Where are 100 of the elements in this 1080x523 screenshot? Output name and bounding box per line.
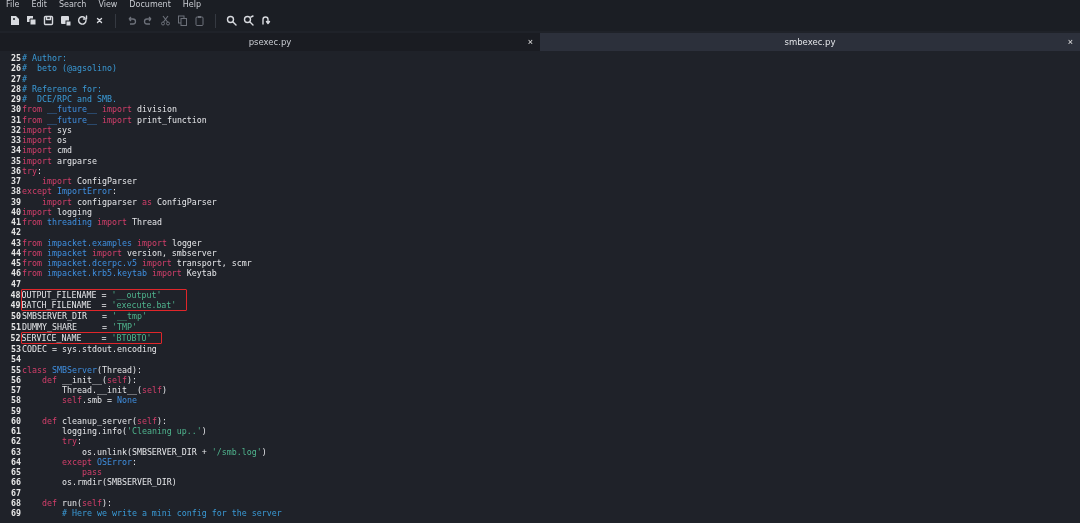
code-line: import cmd	[22, 145, 72, 156]
code-line: import logging	[22, 206, 92, 217]
menu-item[interactable]: Edit	[31, 0, 47, 10]
code-line: OUTPUT_FILENAME = '__output'	[21, 289, 162, 300]
code-line: from threading import Thread	[22, 217, 162, 228]
line-number: 37	[10, 176, 22, 187]
undo-icon[interactable]	[126, 15, 137, 26]
clipboard-icon[interactable]	[194, 15, 205, 26]
redo-icon[interactable]	[143, 15, 154, 26]
reload-icon[interactable]	[77, 15, 88, 26]
close-tab-button[interactable]: ×	[527, 36, 533, 48]
code-line: CODEC = sys.stdout.encoding	[22, 344, 157, 355]
line-number: 31	[10, 114, 22, 125]
code-line: # Here we write a mini config for the server	[60, 508, 282, 519]
line-number: 55	[10, 364, 22, 375]
line-number: 38	[10, 186, 22, 197]
line-number: 36	[10, 165, 22, 176]
code-line: from __future__ import division	[22, 104, 177, 115]
line-number: 39	[10, 196, 22, 207]
line-number: 40	[10, 206, 22, 217]
line-number: 29	[10, 94, 22, 105]
save-icon[interactable]	[43, 15, 54, 26]
code-line: logging.info('Cleaning up..')	[60, 426, 207, 437]
line-number: 45	[10, 258, 22, 269]
menu-item[interactable]: Document	[129, 0, 171, 10]
code-line: SERVICE_NAME = 'BTOBTO'	[21, 332, 152, 343]
scissors-icon[interactable]	[160, 15, 171, 26]
line-number: 54	[10, 354, 22, 365]
line-number: 47	[10, 278, 22, 289]
line-number: 42	[10, 227, 22, 238]
code-line: class SMBServer(Thread):	[22, 364, 142, 375]
line-number: 33	[10, 135, 22, 146]
new-file-icon[interactable]	[26, 15, 37, 26]
code-line: # DCE/RPC and SMB.	[22, 94, 117, 105]
line-number: 44	[10, 247, 22, 258]
find-replace-icon[interactable]	[243, 15, 254, 26]
line-number: 30	[10, 104, 22, 115]
code-line: self.smb = None	[60, 395, 137, 406]
line-number: 41	[10, 217, 22, 228]
line-number: 28	[10, 83, 22, 94]
code-line: Thread.__init__(self)	[60, 385, 167, 396]
code-line: from impacket.examples import logger	[22, 237, 202, 248]
close-tab-button[interactable]: ×	[1067, 36, 1073, 48]
line-number: 59	[10, 405, 22, 416]
code-line: except OSError:	[60, 456, 137, 467]
save-as-icon[interactable]	[60, 15, 71, 26]
code-line: def cleanup_server(self):	[40, 415, 167, 426]
code-line: os.rmdir(SMBSERVER_DIR)	[60, 477, 177, 488]
line-number: 68	[10, 497, 22, 508]
line-number: 53	[10, 344, 22, 355]
search-icon[interactable]	[226, 15, 237, 26]
line-number: 48	[9, 289, 22, 300]
code-line: from impacket import version, smbserver	[22, 247, 217, 258]
code-line: def __init__(self):	[40, 374, 137, 385]
line-number: 65	[10, 467, 22, 478]
code-line: try:	[60, 436, 82, 447]
code-line: import argparse	[22, 155, 97, 166]
code-line: # Author:	[22, 53, 67, 64]
code-line: # beto (@agsolino)	[22, 63, 117, 74]
line-number: 64	[10, 456, 22, 467]
line-number: 34	[10, 145, 22, 156]
line-number: 32	[10, 124, 22, 135]
line-number: 27	[10, 73, 22, 84]
menu-item[interactable]: Help	[182, 0, 202, 10]
menu-item[interactable]: View	[98, 0, 118, 10]
code-line: from __future__ import print_function	[22, 114, 207, 125]
line-number: 46	[10, 268, 22, 279]
code-line: import os	[22, 135, 67, 146]
line-number: 35	[10, 155, 22, 166]
line-number: 25	[10, 53, 22, 64]
line-number: 43	[10, 237, 22, 248]
line-number: 63	[10, 446, 22, 457]
code-line: try:	[22, 165, 42, 176]
code-line: import ConfigParser	[40, 176, 137, 187]
menu-item[interactable]: File	[6, 0, 20, 10]
tab[interactable]: smbexec.py ×	[540, 33, 1080, 51]
line-number: 50	[10, 311, 22, 322]
close-icon[interactable]	[94, 15, 105, 26]
copy-icon[interactable]	[177, 15, 188, 26]
code-line: from impacket.krb5.keytab import Keytab	[22, 268, 217, 279]
line-number: 58	[10, 395, 22, 406]
line-number: 57	[10, 385, 22, 396]
line-number: 67	[10, 487, 22, 498]
jump-arrow-icon[interactable]	[260, 15, 271, 26]
code-line: except ImportError:	[22, 186, 117, 197]
code-line: # Reference for:	[22, 83, 102, 94]
line-number: 56	[10, 374, 22, 385]
new-file-icon[interactable]	[9, 15, 20, 26]
code-line: import configparser as ConfigParser	[40, 196, 217, 207]
code-line: pass	[80, 467, 102, 478]
code-line: DUMMY_SHARE = 'TMP'	[22, 321, 137, 332]
line-number: 52	[9, 332, 22, 343]
tab[interactable]: psexec.py ×	[0, 33, 540, 51]
code-line: BATCH_FILENAME = 'execute.bat'	[21, 300, 177, 311]
line-number: 61	[10, 426, 22, 437]
line-number: 60	[10, 415, 22, 426]
line-number: 66	[10, 477, 22, 488]
line-number: 26	[10, 63, 22, 74]
code-line: import sys	[22, 124, 72, 135]
menu-item[interactable]: Search	[58, 0, 87, 10]
